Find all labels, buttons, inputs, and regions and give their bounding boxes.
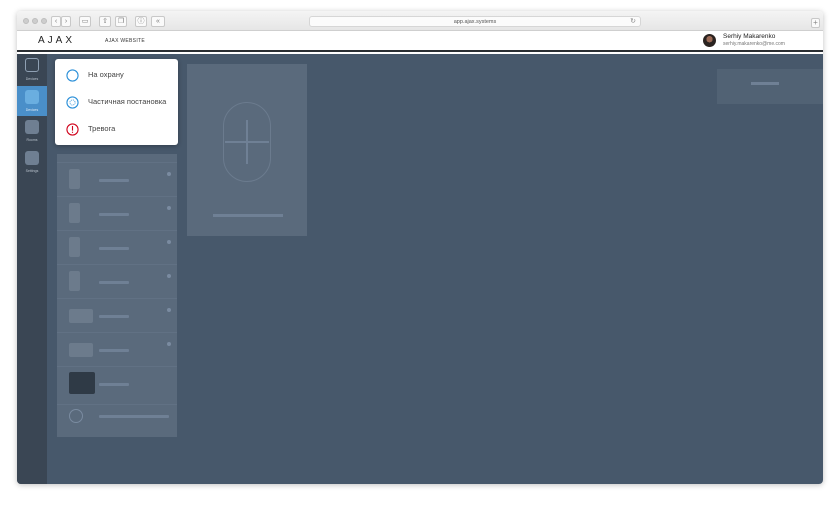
address-bar[interactable]: app.ajax.systems ↻ [309, 16, 641, 27]
security-mode-menu: На охрану Частичная постановка Тревога [55, 59, 178, 145]
menu-item-alarm[interactable]: Тревога [55, 116, 178, 142]
device-status-dot [167, 240, 171, 244]
browser-window: ‹ › ▭ ⇧ ❐ ⓘ « app.ajax.systems ↻ + AJAX … [17, 11, 823, 484]
device-thumbnail [69, 169, 80, 189]
list-item[interactable] [57, 366, 177, 399]
hub-icon [25, 90, 39, 104]
new-tab-button[interactable]: + [811, 18, 820, 28]
device-list [57, 154, 177, 437]
sidebar-item-settings[interactable]: Settings [17, 148, 47, 178]
device-status-dot [167, 206, 171, 210]
info-button[interactable]: ⓘ [135, 16, 147, 27]
list-item[interactable] [57, 264, 177, 297]
sidebar-item-devices[interactable]: Devices [17, 56, 47, 86]
device-line [99, 349, 129, 352]
device-caption [213, 214, 283, 217]
sidebar-item-label: Devices [25, 108, 39, 112]
chevron-right-icon: › [64, 18, 68, 25]
alarm-exclamation-icon [66, 123, 79, 136]
menu-item-label: Частичная постановка [88, 97, 167, 106]
tabs-button[interactable]: ❐ [115, 16, 127, 27]
app-header: AJAX AJAX WEBSITE Serhiy Makarenko serhi… [17, 31, 823, 52]
add-icon [69, 409, 83, 423]
arm-circle-icon [66, 69, 79, 82]
menu-item-label: На охрану [88, 70, 124, 79]
user-email: serhiy.makarenko@me.com [723, 41, 785, 47]
add-device-row[interactable] [57, 404, 177, 437]
double-chevron-left-icon: « [156, 18, 160, 25]
device-thumbnail [69, 203, 80, 223]
list-item[interactable] [57, 162, 177, 195]
back-button[interactable]: ‹ [51, 16, 61, 27]
device-status-dot [167, 308, 171, 312]
list-item[interactable] [57, 230, 177, 263]
device-thumbnail [69, 372, 95, 394]
sidebar-item-hub[interactable]: Devices [17, 86, 47, 116]
reader-button[interactable]: « [151, 16, 165, 27]
sidebar-item-label: Rooms [26, 138, 38, 142]
website-link[interactable]: AJAX WEBSITE [105, 38, 145, 44]
device-thumbnail [69, 271, 80, 291]
device-card [187, 64, 307, 236]
share-icon: ⇧ [102, 18, 108, 25]
tabs-icon: ❐ [117, 18, 125, 25]
avatar[interactable] [703, 34, 716, 47]
device-line [99, 383, 129, 386]
ajax-logo[interactable]: AJAX [38, 35, 75, 46]
share-button[interactable]: ⇧ [99, 16, 111, 27]
device-status-dot [167, 342, 171, 346]
rooms-icon [25, 120, 39, 134]
maximize-window-dot[interactable] [41, 18, 47, 24]
minimize-window-dot[interactable] [32, 18, 38, 24]
device-thumbnail [69, 343, 93, 357]
device-line [99, 415, 169, 418]
close-window-dot[interactable] [23, 18, 29, 24]
sidebar-item-label: Devices [25, 77, 39, 81]
device-status-dot [167, 172, 171, 176]
right-panel [717, 69, 823, 104]
reload-icon[interactable]: ↻ [630, 17, 636, 27]
keyfob-cross-horizontal [225, 141, 269, 143]
device-thumbnail [69, 237, 80, 257]
list-item[interactable] [57, 298, 177, 331]
sidebar-item-rooms[interactable]: Rooms [17, 117, 47, 147]
chevron-left-icon: ‹ [54, 18, 58, 25]
device-line [99, 247, 129, 250]
menu-item-arm[interactable]: На охрану [55, 62, 178, 88]
device-line [99, 281, 129, 284]
settings-icon [25, 151, 39, 165]
device-line [99, 315, 129, 318]
sidebar-icon: ▭ [81, 18, 89, 25]
menu-item-partial-arm[interactable]: Частичная постановка [55, 89, 178, 115]
user-name: Serhiy Makarenko [723, 33, 776, 40]
sidebar-item-label: Settings [25, 169, 39, 173]
forward-button[interactable]: › [61, 16, 71, 27]
list-item[interactable] [57, 196, 177, 229]
panel-line [751, 82, 779, 85]
device-thumbnail [69, 309, 93, 323]
menu-item-label: Тревога [88, 124, 116, 133]
device-line [99, 213, 129, 216]
url-text: app.ajax.systems [453, 19, 497, 25]
list-item[interactable] [57, 332, 177, 365]
sidebar: Devices Devices Rooms Settings [17, 54, 47, 484]
partial-arm-icon [66, 96, 79, 109]
devices-grid-icon [25, 58, 39, 72]
device-status-dot [167, 274, 171, 278]
sidebar-toggle-button[interactable]: ▭ [79, 16, 91, 27]
browser-toolbar: ‹ › ▭ ⇧ ❐ ⓘ « app.ajax.systems ↻ + [17, 11, 823, 31]
info-icon: ⓘ [137, 18, 145, 25]
device-line [99, 179, 129, 182]
